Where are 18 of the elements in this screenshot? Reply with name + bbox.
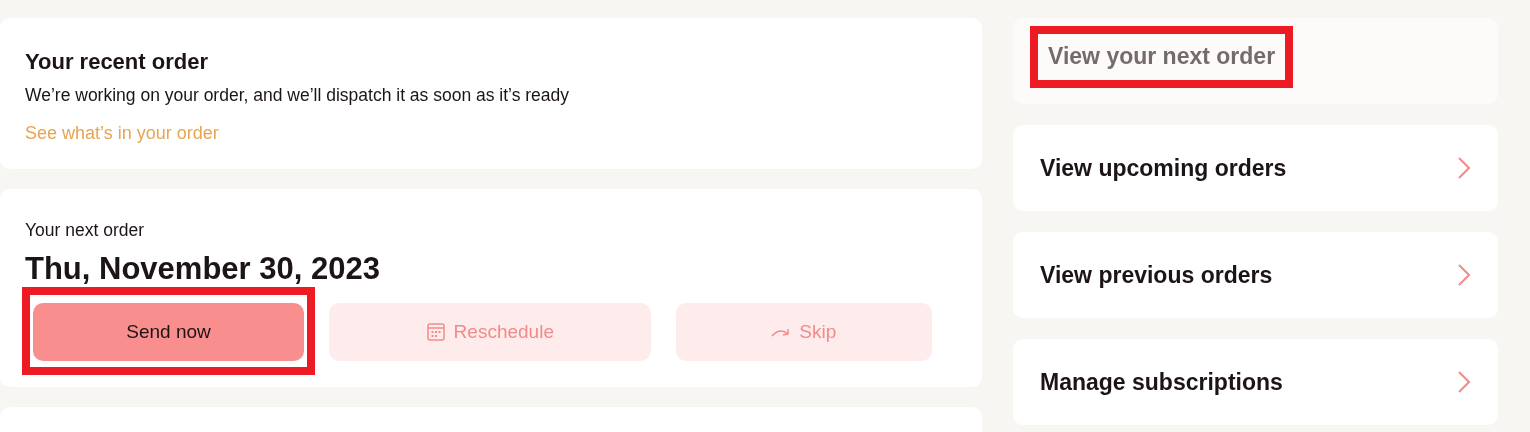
nav-label: View previous orders — [1040, 261, 1273, 289]
curved-arrow-icon — [771, 326, 792, 338]
calendar-icon — [425, 322, 446, 342]
nav-item[interactable]: View your next order — [1013, 18, 1498, 104]
send-button[interactable]: Send now — [33, 303, 304, 361]
nav-item[interactable]: Manage subscriptions — [1013, 339, 1498, 425]
chevron-right-icon — [1458, 371, 1470, 393]
card-title: Your recent order — [25, 49, 209, 75]
nav-label: View upcoming orders — [1040, 154, 1287, 182]
nav-item[interactable]: View previous orders — [1013, 232, 1498, 318]
chevron-right-icon — [1458, 157, 1470, 179]
nav-label: Manage subscriptions — [1040, 368, 1283, 396]
next-order-label: Your next order — [25, 220, 145, 241]
chevron-right-icon — [1458, 264, 1470, 286]
order-message: We’re working on your order, and we’ll dispatch it as soon as it’s ready — [25, 85, 571, 106]
nav-label: View your next order — [1048, 43, 1276, 70]
order-date: Thu, November 30, 2023 — [25, 251, 381, 287]
nav-item[interactable]: View upcoming orders — [1013, 125, 1498, 211]
